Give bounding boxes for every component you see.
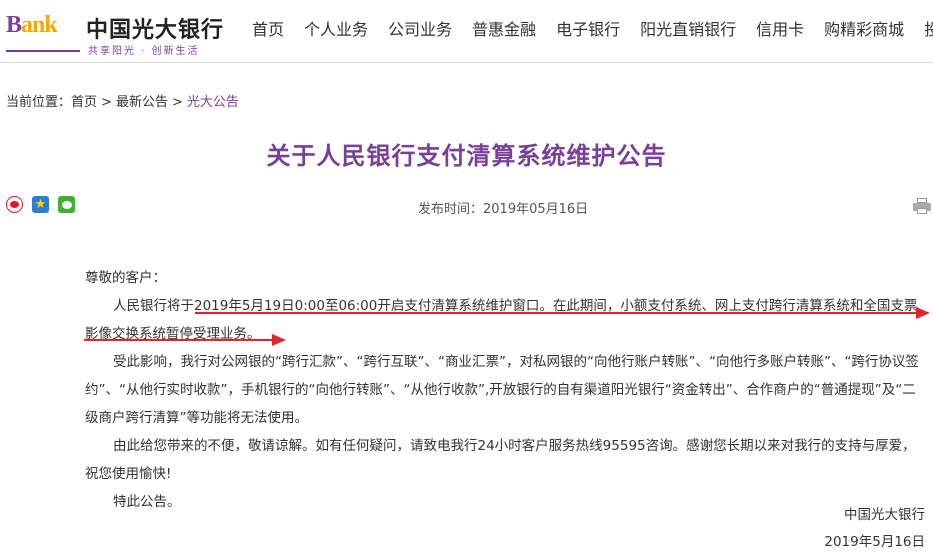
main-nav: 首页 个人业务 公司业务 普惠金融 电子银行 阳光直销银行 信用卡 购精彩商城 …: [252, 18, 933, 46]
site-header: Bank 中国光大银行 共享阳光 · 创新生活 首页 个人业务 公司业务 普惠金…: [0, 0, 933, 62]
article-body: 尊敬的客户： 人民银行将于2019年5月19日0:00至06:00开启支付清算系…: [85, 264, 925, 516]
logo-slogan: 共享阳光 · 创新生活: [88, 46, 200, 57]
annotation-arrow-1: [916, 307, 930, 319]
breadcrumb-separator: >: [171, 95, 183, 110]
nav-item-home[interactable]: 首页: [252, 18, 284, 46]
breadcrumb-home[interactable]: 首页: [71, 95, 97, 110]
breadcrumb-current[interactable]: 光大公告: [187, 95, 239, 110]
qzone-icon[interactable]: ★: [32, 196, 49, 213]
nav-item-credit-card[interactable]: 信用卡: [756, 18, 804, 46]
wechat-icon[interactable]: [58, 196, 75, 213]
nav-item-personal[interactable]: 个人业务: [304, 18, 368, 46]
paragraph-impact: 受此影响，我行对公网银的“跨行汇款”、“跨行互联”、“商业汇票”，对私网银的“向…: [85, 354, 919, 426]
nav-item-ebank[interactable]: 电子银行: [556, 18, 620, 46]
signature-org: 中国光大银行: [844, 507, 925, 523]
breadcrumb-section[interactable]: 最新公告: [116, 95, 168, 110]
publish-time: 发布时间：2019年05月16日: [418, 202, 589, 217]
annotation-underline-1: [195, 312, 919, 314]
bank-logo[interactable]: Bank 中国光大银行 共享阳光 · 创新生活: [2, 4, 232, 57]
breadcrumb-separator: >: [101, 95, 112, 110]
signature-date: 2019年5月16日: [824, 534, 925, 550]
nav-item-corporate[interactable]: 公司业务: [388, 18, 452, 46]
breadcrumb-prefix: 当前位置：: [6, 95, 72, 110]
paragraph-closing: 特此公告。: [113, 494, 181, 510]
nav-item-inclusive[interactable]: 普惠金融: [472, 18, 536, 46]
share-bar: ★: [6, 196, 84, 213]
logo-underline: [6, 50, 80, 52]
logo-english: Bank: [6, 12, 58, 38]
nav-item-mall[interactable]: 购精彩商城: [824, 18, 904, 46]
paragraph-apology: 由此给您带来的不便，敬请谅解。如有任何疑问，请致电我行24小时客户服务热线955…: [85, 438, 916, 482]
nav-item-invest[interactable]: 投: [924, 18, 933, 46]
logo-chinese: 中国光大银行: [86, 18, 225, 43]
nav-item-direct-bank[interactable]: 阳光直销银行: [640, 18, 736, 46]
header-divider: [0, 62, 933, 63]
article-title: 关于人民银行支付清算系统维护公告: [266, 142, 667, 170]
annotation-arrow-2: [272, 334, 286, 346]
greeting: 尊敬的客户：: [85, 270, 166, 286]
print-icon[interactable]: [913, 198, 931, 214]
breadcrumb: 当前位置：首页 > 最新公告 > 光大公告: [6, 91, 239, 110]
annotation-underline-2: [84, 339, 274, 341]
weibo-icon[interactable]: [6, 196, 23, 213]
